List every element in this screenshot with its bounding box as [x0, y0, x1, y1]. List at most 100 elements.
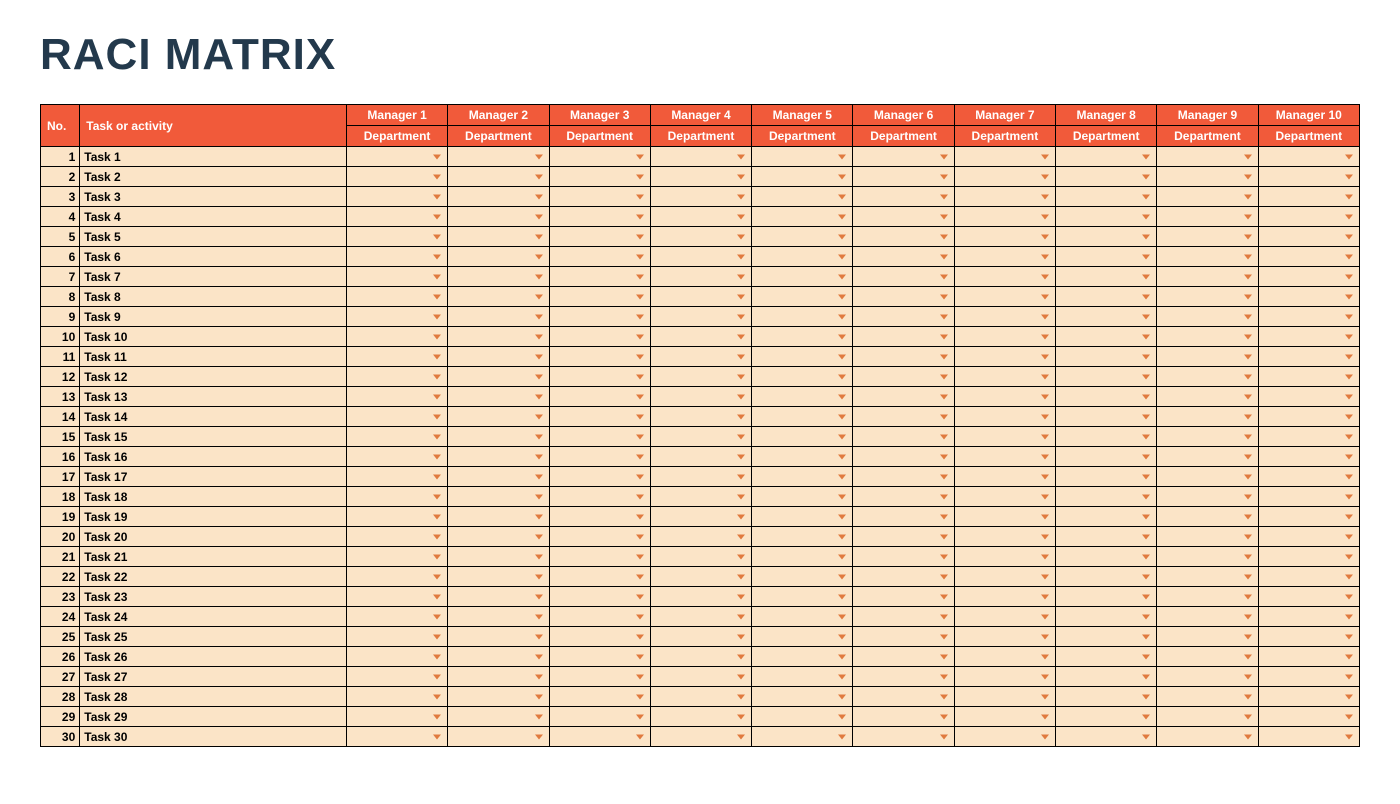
raci-dropdown-cell[interactable] — [650, 327, 751, 347]
raci-dropdown-cell[interactable] — [954, 327, 1055, 347]
raci-dropdown-cell[interactable] — [954, 347, 1055, 367]
raci-dropdown-cell[interactable] — [954, 587, 1055, 607]
raci-dropdown-cell[interactable] — [752, 267, 853, 287]
raci-dropdown-cell[interactable] — [346, 427, 447, 447]
task-name-cell[interactable]: Task 2 — [80, 167, 347, 187]
raci-dropdown-cell[interactable] — [1056, 527, 1157, 547]
raci-dropdown-cell[interactable] — [853, 487, 954, 507]
raci-dropdown-cell[interactable] — [853, 467, 954, 487]
raci-dropdown-cell[interactable] — [346, 487, 447, 507]
raci-dropdown-cell[interactable] — [853, 707, 954, 727]
raci-dropdown-cell[interactable] — [1157, 667, 1258, 687]
raci-dropdown-cell[interactable] — [853, 667, 954, 687]
raci-dropdown-cell[interactable] — [650, 527, 751, 547]
task-name-cell[interactable]: Task 14 — [80, 407, 347, 427]
raci-dropdown-cell[interactable] — [1258, 307, 1359, 327]
raci-dropdown-cell[interactable] — [549, 667, 650, 687]
raci-dropdown-cell[interactable] — [549, 607, 650, 627]
raci-dropdown-cell[interactable] — [954, 707, 1055, 727]
raci-dropdown-cell[interactable] — [650, 647, 751, 667]
raci-dropdown-cell[interactable] — [1056, 227, 1157, 247]
raci-dropdown-cell[interactable] — [346, 367, 447, 387]
raci-dropdown-cell[interactable] — [549, 167, 650, 187]
raci-dropdown-cell[interactable] — [448, 167, 549, 187]
raci-dropdown-cell[interactable] — [1258, 347, 1359, 367]
raci-dropdown-cell[interactable] — [1258, 287, 1359, 307]
raci-dropdown-cell[interactable] — [650, 547, 751, 567]
raci-dropdown-cell[interactable] — [650, 367, 751, 387]
task-name-cell[interactable]: Task 9 — [80, 307, 347, 327]
raci-dropdown-cell[interactable] — [549, 647, 650, 667]
raci-dropdown-cell[interactable] — [1056, 507, 1157, 527]
raci-dropdown-cell[interactable] — [752, 667, 853, 687]
raci-dropdown-cell[interactable] — [1157, 227, 1258, 247]
raci-dropdown-cell[interactable] — [650, 247, 751, 267]
raci-dropdown-cell[interactable] — [1157, 407, 1258, 427]
raci-dropdown-cell[interactable] — [752, 187, 853, 207]
raci-dropdown-cell[interactable] — [1056, 427, 1157, 447]
raci-dropdown-cell[interactable] — [752, 627, 853, 647]
task-name-cell[interactable]: Task 17 — [80, 467, 347, 487]
raci-dropdown-cell[interactable] — [752, 327, 853, 347]
raci-dropdown-cell[interactable] — [1056, 207, 1157, 227]
raci-dropdown-cell[interactable] — [853, 187, 954, 207]
raci-dropdown-cell[interactable] — [448, 347, 549, 367]
raci-dropdown-cell[interactable] — [752, 247, 853, 267]
raci-dropdown-cell[interactable] — [346, 647, 447, 667]
raci-dropdown-cell[interactable] — [1157, 247, 1258, 267]
raci-dropdown-cell[interactable] — [853, 167, 954, 187]
raci-dropdown-cell[interactable] — [1056, 347, 1157, 367]
raci-dropdown-cell[interactable] — [1056, 247, 1157, 267]
raci-dropdown-cell[interactable] — [1157, 567, 1258, 587]
raci-dropdown-cell[interactable] — [346, 187, 447, 207]
raci-dropdown-cell[interactable] — [853, 447, 954, 467]
raci-dropdown-cell[interactable] — [954, 667, 1055, 687]
raci-dropdown-cell[interactable] — [1056, 567, 1157, 587]
task-name-cell[interactable]: Task 22 — [80, 567, 347, 587]
raci-dropdown-cell[interactable] — [853, 227, 954, 247]
raci-dropdown-cell[interactable] — [853, 367, 954, 387]
raci-dropdown-cell[interactable] — [1056, 387, 1157, 407]
raci-dropdown-cell[interactable] — [650, 147, 751, 167]
task-name-cell[interactable]: Task 15 — [80, 427, 347, 447]
raci-dropdown-cell[interactable] — [346, 547, 447, 567]
raci-dropdown-cell[interactable] — [1258, 627, 1359, 647]
raci-dropdown-cell[interactable] — [346, 307, 447, 327]
raci-dropdown-cell[interactable] — [752, 707, 853, 727]
raci-dropdown-cell[interactable] — [448, 287, 549, 307]
task-name-cell[interactable]: Task 20 — [80, 527, 347, 547]
raci-dropdown-cell[interactable] — [549, 447, 650, 467]
raci-dropdown-cell[interactable] — [549, 207, 650, 227]
raci-dropdown-cell[interactable] — [448, 207, 549, 227]
raci-dropdown-cell[interactable] — [954, 227, 1055, 247]
raci-dropdown-cell[interactable] — [1157, 467, 1258, 487]
raci-dropdown-cell[interactable] — [1157, 147, 1258, 167]
task-name-cell[interactable]: Task 23 — [80, 587, 347, 607]
raci-dropdown-cell[interactable] — [954, 647, 1055, 667]
raci-dropdown-cell[interactable] — [954, 487, 1055, 507]
raci-dropdown-cell[interactable] — [954, 467, 1055, 487]
raci-dropdown-cell[interactable] — [549, 227, 650, 247]
raci-dropdown-cell[interactable] — [448, 667, 549, 687]
raci-dropdown-cell[interactable] — [650, 347, 751, 367]
raci-dropdown-cell[interactable] — [650, 407, 751, 427]
raci-dropdown-cell[interactable] — [448, 547, 549, 567]
raci-dropdown-cell[interactable] — [752, 287, 853, 307]
raci-dropdown-cell[interactable] — [752, 607, 853, 627]
raci-dropdown-cell[interactable] — [346, 507, 447, 527]
task-name-cell[interactable]: Task 19 — [80, 507, 347, 527]
raci-dropdown-cell[interactable] — [1157, 347, 1258, 367]
raci-dropdown-cell[interactable] — [549, 727, 650, 747]
raci-dropdown-cell[interactable] — [650, 587, 751, 607]
task-name-cell[interactable]: Task 29 — [80, 707, 347, 727]
raci-dropdown-cell[interactable] — [752, 467, 853, 487]
raci-dropdown-cell[interactable] — [1056, 187, 1157, 207]
raci-dropdown-cell[interactable] — [752, 407, 853, 427]
raci-dropdown-cell[interactable] — [549, 367, 650, 387]
raci-dropdown-cell[interactable] — [1258, 667, 1359, 687]
task-name-cell[interactable]: Task 10 — [80, 327, 347, 347]
raci-dropdown-cell[interactable] — [752, 347, 853, 367]
raci-dropdown-cell[interactable] — [650, 607, 751, 627]
raci-dropdown-cell[interactable] — [1157, 307, 1258, 327]
raci-dropdown-cell[interactable] — [1157, 727, 1258, 747]
